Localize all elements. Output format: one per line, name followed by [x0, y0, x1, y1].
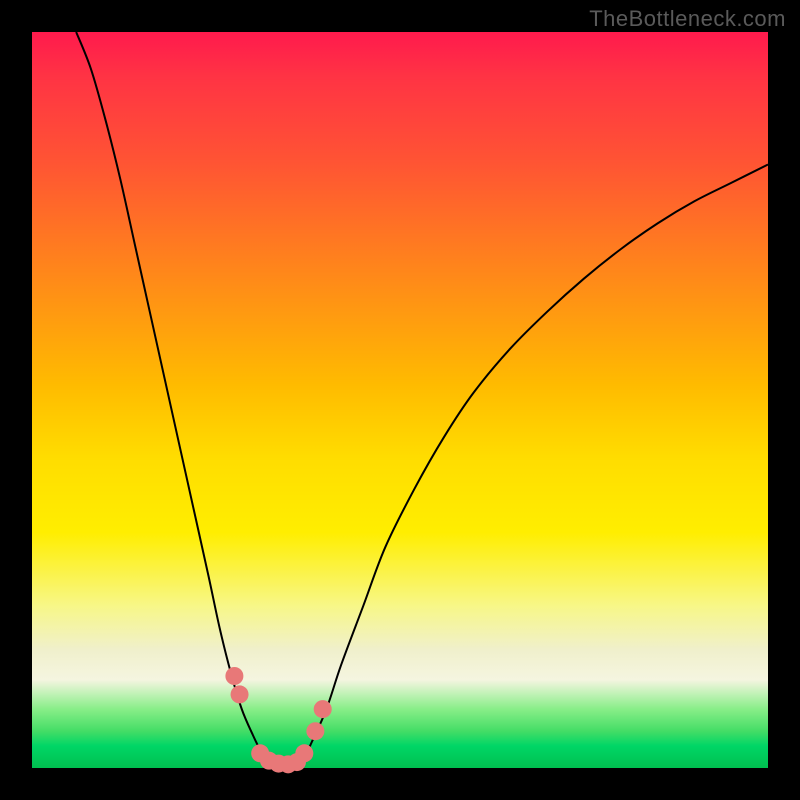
- marker-point: [306, 722, 324, 740]
- marker-point: [314, 700, 332, 718]
- marker-point: [225, 667, 243, 685]
- chart-svg: [0, 0, 800, 800]
- marker-point: [231, 685, 249, 703]
- chart-curves: [76, 32, 768, 764]
- chart-markers: [225, 667, 331, 773]
- curve-right-curve: [297, 164, 768, 764]
- marker-point: [295, 744, 313, 762]
- watermark-text: TheBottleneck.com: [589, 6, 786, 32]
- curve-left-curve: [76, 32, 275, 764]
